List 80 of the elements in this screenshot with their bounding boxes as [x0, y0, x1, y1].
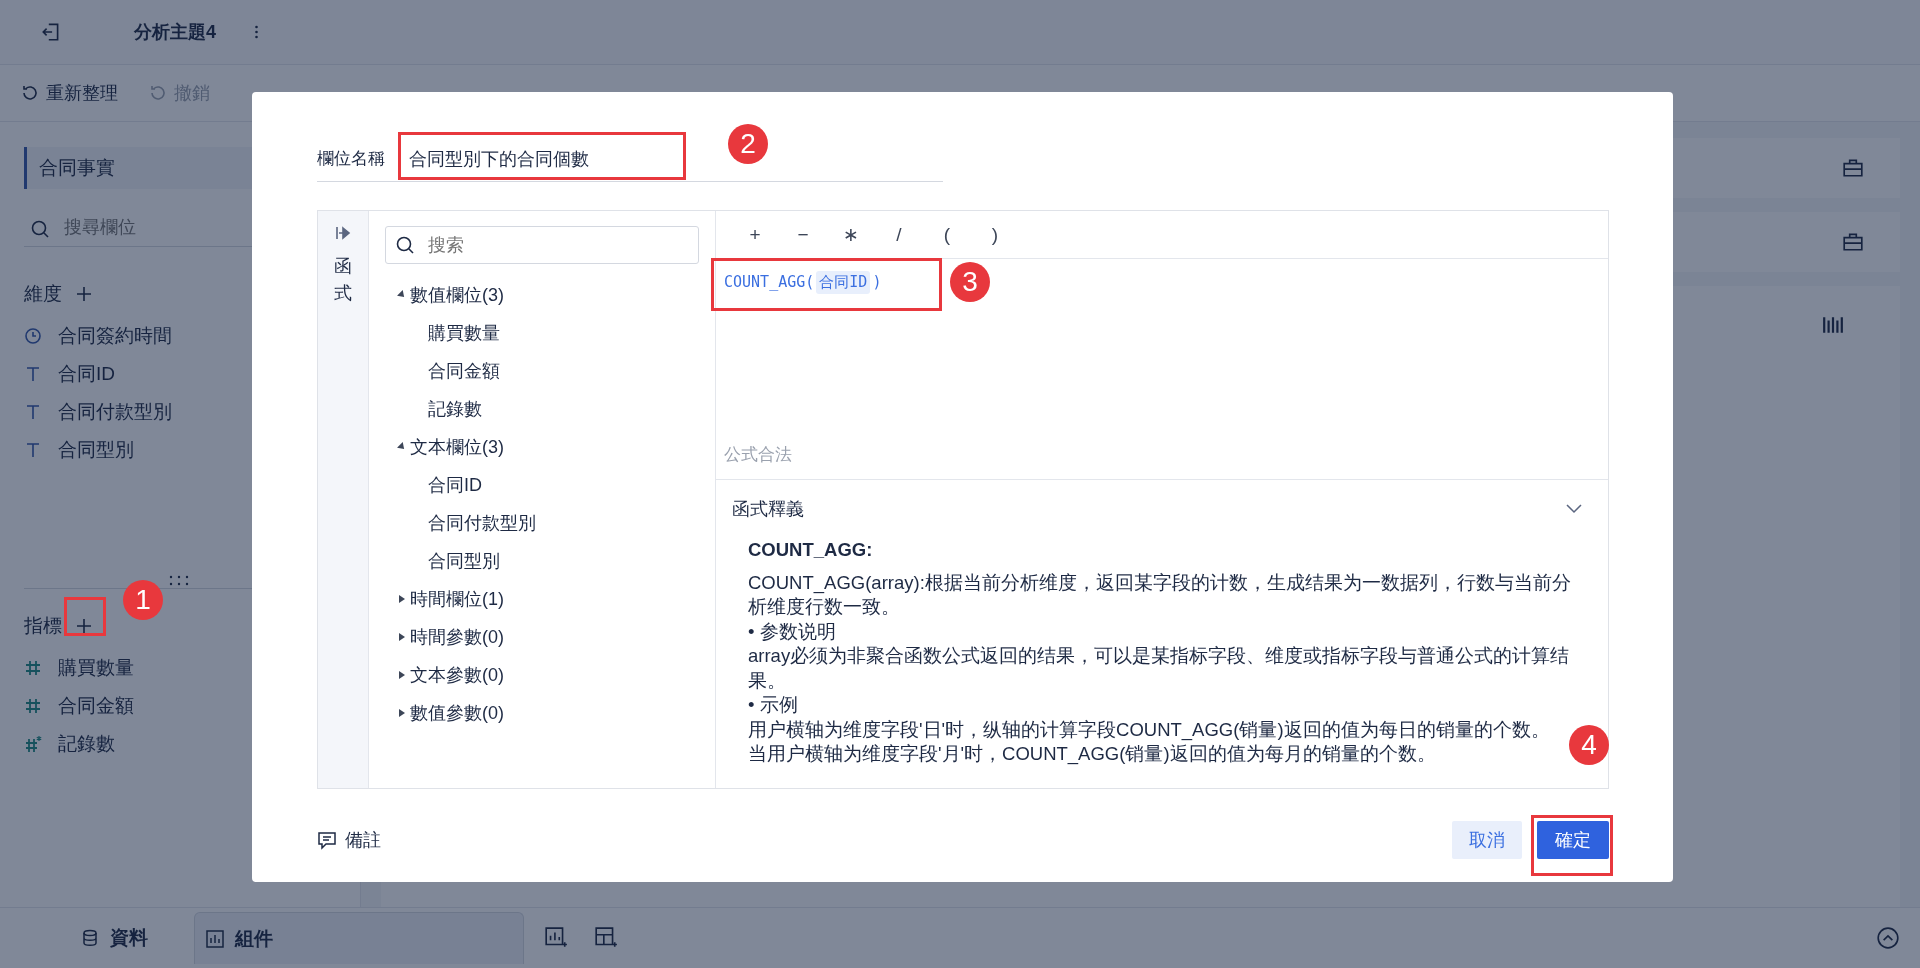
tree-item[interactable]: 合同金額 — [385, 352, 699, 391]
tree-item[interactable]: 合同型別 — [385, 542, 699, 581]
report-title: 分析主題4 — [134, 21, 216, 44]
note-button[interactable]: 備註 — [317, 827, 381, 852]
tree-group[interactable]: 文本欄位(3) — [410, 435, 504, 460]
function-tab[interactable]: 函式 — [334, 253, 352, 308]
refresh-icon — [20, 83, 40, 103]
text-type-icon — [24, 365, 42, 383]
caret-icon[interactable] — [397, 632, 407, 643]
tree-group[interactable]: 時間參數(0) — [410, 625, 504, 650]
explanation-text: • 参数说明 — [748, 619, 837, 644]
section-title: 指標 — [24, 614, 62, 638]
more-icon[interactable] — [254, 24, 259, 40]
bottom-tab[interactable]: 組件 — [194, 912, 524, 964]
add-chart-icon[interactable] — [544, 926, 568, 950]
tree-group[interactable]: 數值參數(0) — [410, 701, 504, 726]
formula-function: COUNT_AGG( — [724, 272, 815, 292]
field-name[interactable]: 記錄數 — [58, 731, 115, 757]
search-icon — [30, 219, 50, 239]
toolbar-button[interactable]: 重新整理 — [14, 77, 124, 109]
explanation-text: 当用户横轴为维度字段'月'时，COUNT_AGG(销量)返回的值为每月的销量的个数。 — [748, 742, 1437, 767]
text-type-icon — [24, 441, 42, 459]
caret-icon[interactable] — [397, 594, 407, 605]
cancel-button[interactable]: 取消 — [1452, 820, 1522, 859]
formula-paren: ) — [872, 272, 882, 292]
search-field[interactable]: 搜索 — [385, 226, 699, 265]
section-title: 維度 — [24, 282, 62, 306]
explanation-text: COUNT_AGG(array):根据当前分析维度，返回某字段的计数，生成结果为一数据列，行数与当前分析维度行数一致。 — [748, 570, 1572, 620]
collapse-panel-icon[interactable] — [335, 225, 351, 242]
refresh-icon — [148, 83, 168, 103]
tree-item[interactable]: 購買數量 — [385, 314, 699, 353]
formula-field-chip[interactable]: 合同ID — [816, 271, 871, 295]
confirm-button[interactable]: 確定 — [1537, 820, 1609, 859]
clock-icon — [24, 327, 42, 345]
field-name[interactable]: 合同付款型別 — [58, 399, 172, 425]
tree-group[interactable]: 時間欄位(1) — [410, 587, 504, 612]
add-layout-icon[interactable] — [594, 926, 618, 950]
explanation-text: array必须为非聚合函数公式返回的结果，可以是某指标字段、维度或指标字段与普通公式的计算结果。 — [748, 644, 1571, 693]
step-number-badge: 1 — [123, 580, 163, 620]
tree-item[interactable]: 合同付款型別 — [385, 504, 699, 543]
explanation-text: 用户横轴为维度字段'日'时，纵轴的计算字段COUNT_AGG(销量)返回的值为每日的销量的个数。 — [748, 717, 1551, 743]
briefcase-icon[interactable] — [1842, 157, 1864, 179]
formula-status: 公式合法 — [716, 443, 1608, 481]
operator-button[interactable]: ∗ — [836, 222, 866, 248]
hash-star-icon — [24, 735, 42, 753]
bar-chart-icon — [205, 928, 225, 949]
tree-item[interactable]: 合同ID — [385, 466, 699, 505]
hash-icon — [24, 697, 42, 715]
chevron-down-icon[interactable] — [1566, 504, 1582, 515]
operator-button[interactable]: − — [788, 222, 818, 247]
operator-button[interactable]: / — [884, 222, 914, 247]
comment-icon — [317, 829, 337, 850]
field-name[interactable]: 購買數量 — [58, 655, 134, 681]
function-name: COUNT_AGG: — [748, 538, 874, 563]
field-name[interactable]: 合同簽約時間 — [58, 323, 172, 349]
tree-item[interactable]: 記錄數 — [385, 390, 699, 429]
bottom-tab[interactable]: 資料 — [70, 912, 174, 964]
add-icon[interactable] — [76, 286, 92, 302]
caret-icon[interactable] — [397, 708, 407, 719]
operator-button[interactable]: + — [740, 222, 770, 247]
caret-icon[interactable] — [397, 670, 407, 681]
tree-group[interactable]: 文本參數(0) — [410, 663, 504, 688]
operator-button[interactable]: ( — [932, 222, 962, 247]
explanation-text: • 示例 — [748, 693, 799, 718]
text-type-icon — [24, 403, 42, 421]
collapse-icon[interactable] — [1876, 926, 1900, 950]
hash-icon — [24, 659, 42, 677]
database-icon — [80, 928, 100, 948]
field-name[interactable]: 合同金額 — [58, 693, 134, 719]
operator-button[interactable]: ) — [980, 222, 1010, 247]
drag-handle-icon[interactable] — [168, 574, 190, 586]
briefcase-icon[interactable] — [1842, 231, 1864, 253]
field-name[interactable]: 合同ID — [58, 361, 115, 387]
barcode-chart-icon[interactable] — [1822, 314, 1844, 336]
field-name[interactable]: 合同型別 — [58, 437, 134, 463]
search-icon — [395, 235, 415, 256]
highlight-frame — [64, 597, 106, 636]
explanation-title: 函式釋義 — [732, 498, 804, 522]
tree-group[interactable]: 數值欄位(3) — [410, 283, 504, 308]
add-icon[interactable] — [76, 618, 92, 634]
